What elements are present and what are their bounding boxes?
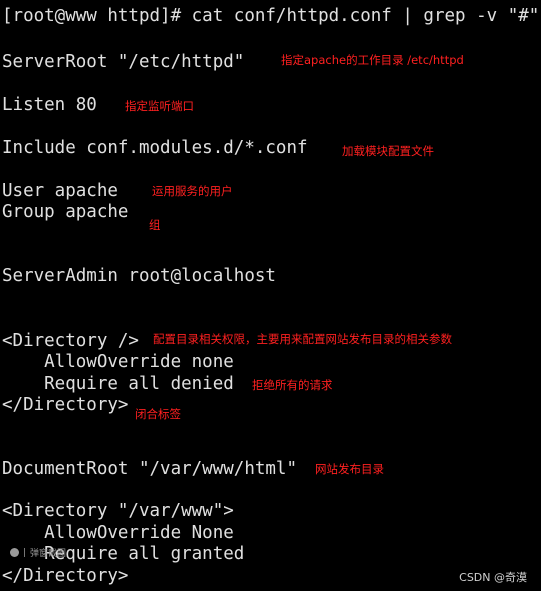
config-line-group: Group apache	[2, 202, 129, 222]
annotation-directory-root: 配置目录相关权限，主要用来配置网站发布目录的相关参数	[153, 332, 452, 346]
config-line-require-denied: Require all denied	[2, 374, 234, 394]
watermark-separator: |	[23, 547, 27, 558]
terminal-window: [root@www httpd]# cat conf/httpd.conf | …	[0, 0, 541, 591]
annotation-listen: 指定监听端口	[125, 99, 194, 113]
annotation-serverroot: 指定apache的工作目录 /etc/httpd	[281, 53, 464, 67]
annotation-denied: 拒绝所有的请求	[252, 378, 333, 392]
annotation-include: 加载模块配置文件	[342, 144, 434, 158]
annotation-documentroot: 网站发布目录	[315, 462, 384, 476]
annotation-group: 组	[149, 218, 161, 232]
config-line-documentroot: DocumentRoot "/var/www/html"	[2, 459, 298, 479]
config-line-allowoverride-www: AllowOverride None	[2, 523, 234, 543]
config-line-serveradmin: ServerAdmin root@localhost	[2, 266, 276, 286]
config-line-serverroot: ServerRoot "/etc/httpd"	[2, 52, 245, 72]
config-line-directory-www-close: </Directory>	[2, 566, 129, 586]
annotation-close-tag: 闭合标签	[135, 407, 181, 421]
watermark-text: 弹窗截图	[30, 549, 67, 559]
config-line-directory-root-close: </Directory>	[2, 395, 129, 415]
screenshot-watermark: | 弹窗截图	[10, 546, 66, 559]
config-line-directory-www-open: <Directory "/var/www">	[2, 501, 234, 521]
csdn-credit: CSDN @奇漠	[459, 571, 527, 584]
config-line-allowoverride-none: AllowOverride none	[2, 352, 234, 372]
command-prompt-line: [root@www httpd]# cat conf/httpd.conf | …	[2, 6, 540, 26]
watermark-circle-icon	[10, 548, 19, 557]
config-line-user: User apache	[2, 181, 118, 201]
config-line-directory-root-open: <Directory />	[2, 331, 139, 351]
annotation-user: 运用服务的用户	[152, 184, 233, 198]
config-line-listen: Listen 80	[2, 95, 97, 115]
config-line-include: Include conf.modules.d/*.conf	[2, 138, 308, 158]
